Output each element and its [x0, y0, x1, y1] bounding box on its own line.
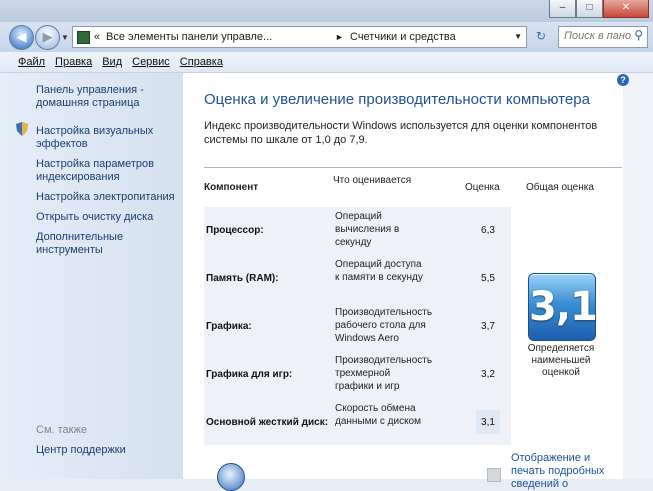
address-dropdown-icon[interactable]: ▼ [514, 27, 522, 47]
component-name: Процессор: [206, 225, 264, 236]
scrollbar[interactable] [623, 73, 653, 479]
close-button[interactable]: ✕ [603, 0, 649, 18]
sidebar-home-link[interactable]: Панель управления - домашняя страница [36, 84, 176, 110]
control-panel-icon [77, 31, 90, 44]
component-score: 3,7 [481, 321, 495, 332]
column-header-score: Оценка [465, 182, 500, 193]
see-also-heading: См. также [36, 424, 87, 436]
search-icon[interactable]: ⚲ [634, 28, 643, 42]
component-score-lowest: 3,1 [476, 410, 500, 434]
menu-edit[interactable]: Правка [50, 52, 97, 72]
print-icon [487, 468, 501, 482]
component-name: Графика для игр: [206, 369, 293, 380]
component-metric: Операций доступа к памяти в секунду [335, 259, 423, 283]
print-details-link[interactable]: Отображение и печать подробных сведений … [511, 452, 626, 491]
refresh-icon[interactable]: ↻ [530, 26, 552, 46]
table-row: Процессор: Операций вычисления в секунду… [204, 207, 511, 254]
sidebar-item-action-center[interactable]: Центр поддержки [36, 444, 176, 457]
column-header-what: Что оценивается [333, 175, 412, 186]
component-metric: Скорость обмена данными с диском [335, 403, 421, 427]
shield-icon [16, 122, 28, 136]
maximize-button[interactable]: □ [576, 0, 603, 18]
table-row: Графика: Производительность рабочего сто… [204, 303, 511, 350]
menu-view[interactable]: Вид [97, 52, 127, 72]
component-name: Память (RAM): [206, 273, 279, 284]
menu-tools[interactable]: Сервис [127, 52, 175, 72]
search-input[interactable] [559, 27, 632, 45]
menu-help[interactable]: Справка [175, 52, 228, 72]
breadcrumb-separator[interactable]: ► [335, 27, 344, 47]
sidebar-item-advanced-tools[interactable]: Дополнительные инструменты [36, 231, 176, 257]
menu-bar: Файл Правка Вид Сервис Справка [0, 52, 653, 73]
component-name: Основной жесткий диск: [206, 417, 329, 428]
sidebar-item-disk-cleanup[interactable]: Открыть очистку диска [36, 211, 176, 224]
table-row: Графика для игр: Производительность трех… [204, 351, 511, 398]
component-score: 6,3 [481, 225, 495, 236]
info-icon [217, 463, 245, 491]
table-row: Память (RAM): Операций доступа к памяти … [204, 255, 511, 302]
search-box[interactable]: ⚲ [558, 26, 648, 48]
divider [204, 167, 622, 168]
forward-button[interactable]: ▶ [35, 25, 60, 50]
component-score: 5,5 [481, 273, 495, 284]
page-title: Оценка и увеличение производительности к… [204, 91, 590, 108]
overall-score-caption: Определяется наименьшей оценкой [527, 343, 595, 378]
breadcrumb-overflow[interactable]: « [94, 27, 100, 47]
component-score: 3,2 [481, 369, 495, 380]
address-bar[interactable]: « Все элементы панели управле... ► Счетч… [72, 26, 527, 63]
back-button[interactable]: ◀ [9, 25, 34, 50]
sidebar-item-visual-effects[interactable]: Настройка визуальных эффектов [36, 125, 176, 151]
component-metric: Операций вычисления в секунду [335, 211, 400, 248]
table-row: Основной жесткий диск: Скорость обмена д… [204, 399, 511, 446]
component-metric: Производительность рабочего стола для Wi… [335, 307, 433, 344]
minimize-button[interactable]: – [549, 0, 576, 18]
column-header-component: Компонент [204, 182, 259, 193]
title-bar: – □ ✕ [0, 0, 653, 22]
page-description: Индекс производительности Windows исполь… [204, 120, 598, 146]
sidebar-item-power[interactable]: Настройка электропитания [36, 191, 176, 204]
component-metric: Производительность трехмерной графики и … [335, 355, 433, 392]
component-name: Графика: [206, 321, 252, 332]
recent-pages-dropdown[interactable]: ▼ [61, 33, 69, 42]
overall-score-badge: 3,1 [528, 273, 598, 341]
breadcrumb-all-items[interactable]: Все элементы панели управле... [106, 27, 272, 47]
column-header-overall: Общая оценка [526, 182, 594, 193]
navigation-bar: ◀ ▶ ▼ « Все элементы панели управле... ►… [0, 22, 653, 63]
sidebar: Панель управления - домашняя страница На… [0, 73, 183, 479]
help-icon[interactable]: ? [617, 74, 629, 86]
window-controls: – □ ✕ [549, 0, 649, 18]
menu-file[interactable]: Файл [0, 52, 50, 72]
sidebar-item-indexing[interactable]: Настройка параметров индексирования [36, 158, 176, 184]
